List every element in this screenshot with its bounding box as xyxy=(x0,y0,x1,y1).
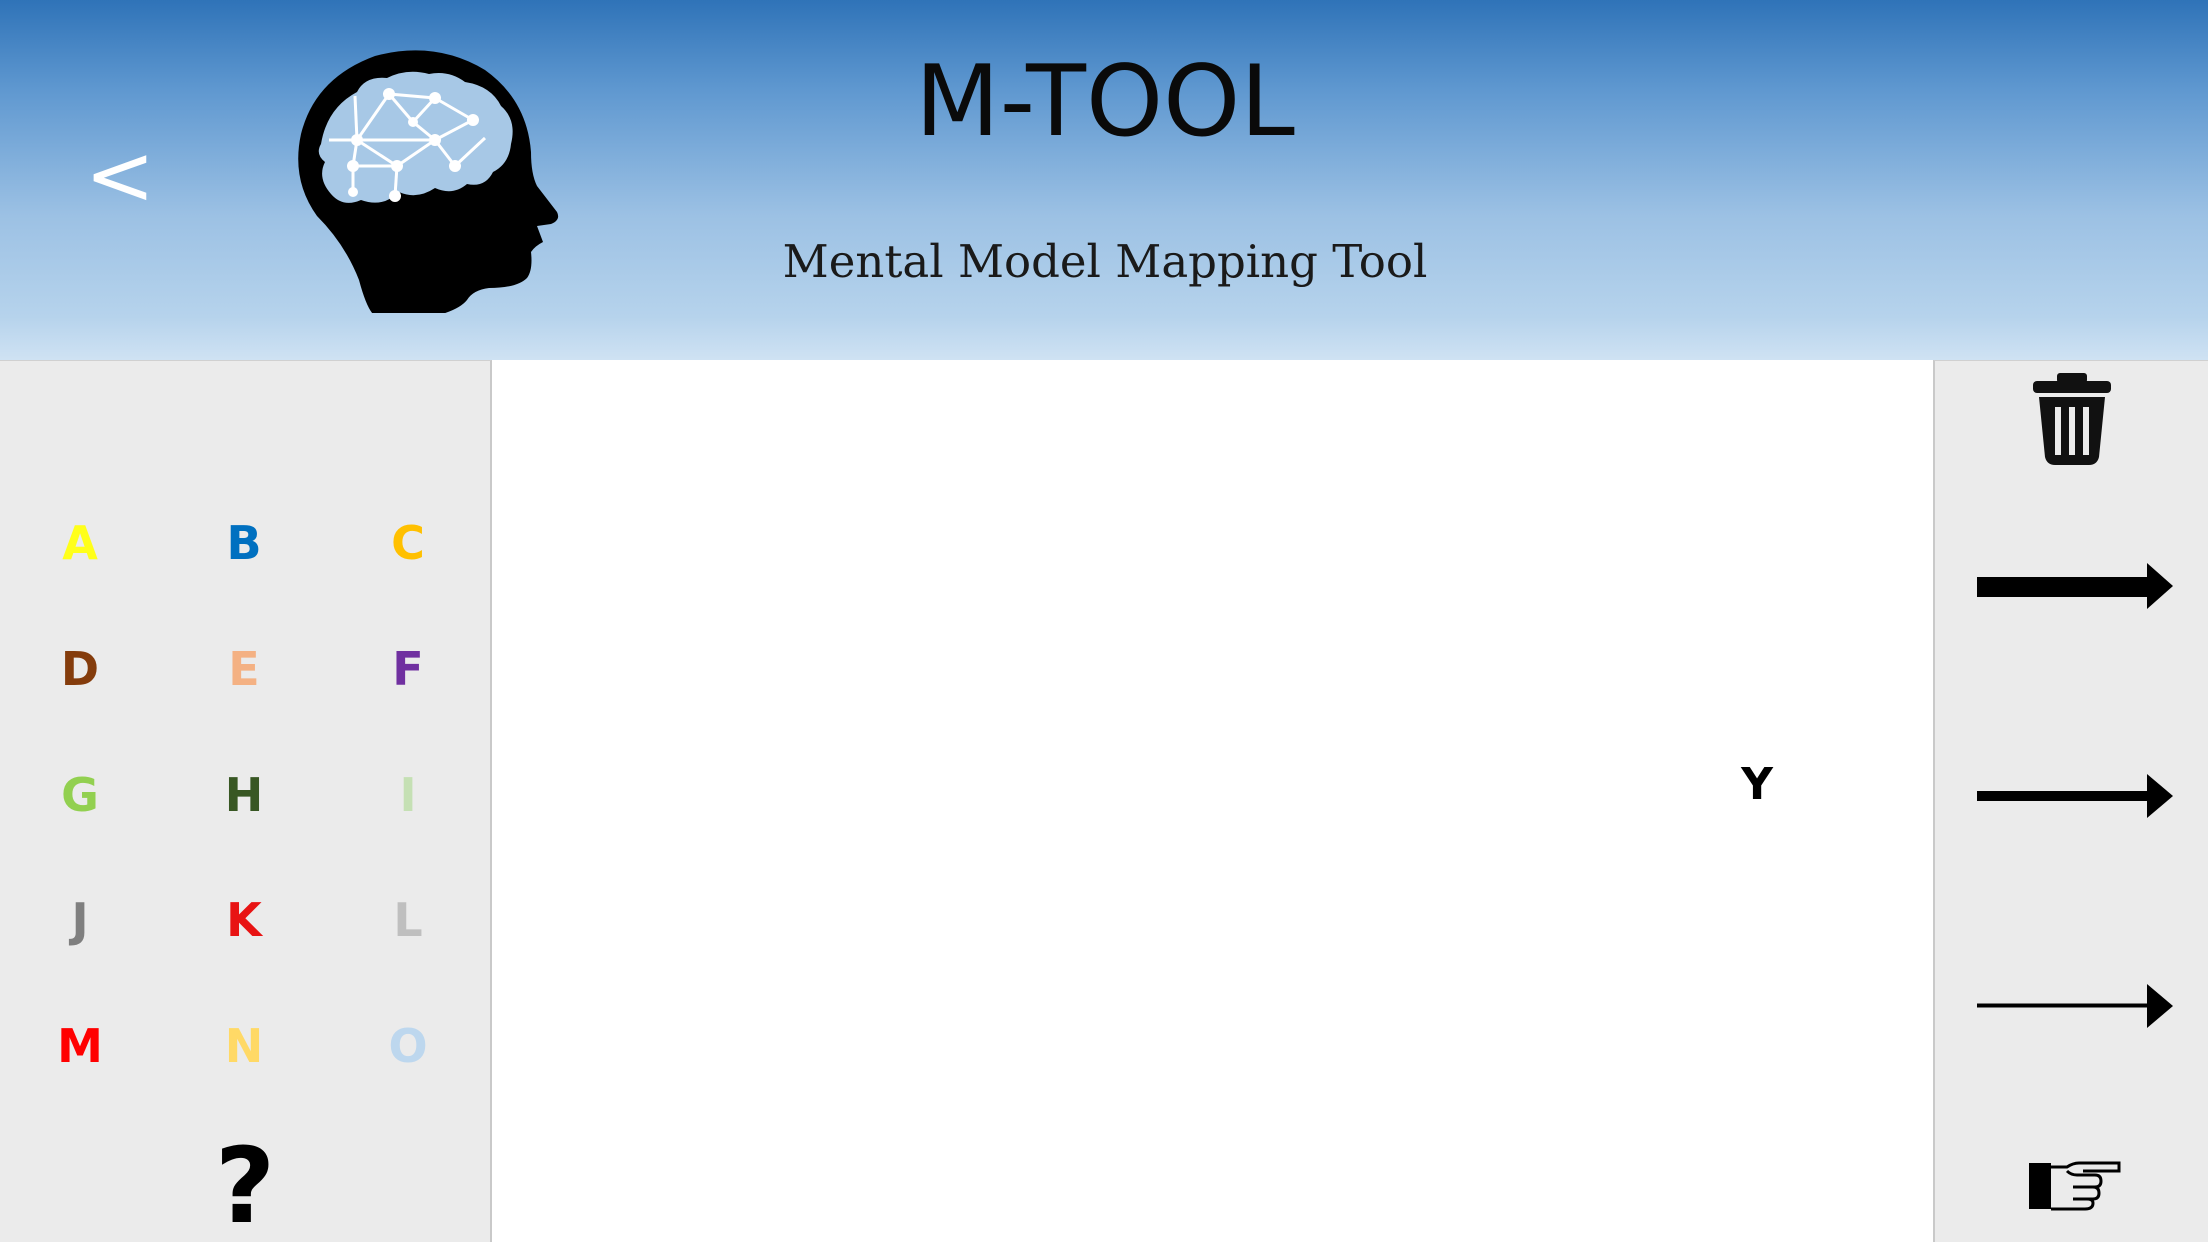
node-letter-c[interactable]: C xyxy=(348,503,468,583)
node-letter-e[interactable]: E xyxy=(184,629,304,709)
node-letter-h[interactable]: H xyxy=(184,755,304,835)
app-title: M-TOOL xyxy=(915,45,1295,159)
node-letter-f[interactable]: F xyxy=(348,629,468,709)
canvas-node-y[interactable]: Y xyxy=(1717,750,1797,820)
node-letter-j[interactable]: J xyxy=(20,880,140,960)
arrow-thin-icon[interactable] xyxy=(1975,981,2175,1031)
arrow-medium-icon[interactable] xyxy=(1975,771,2175,821)
app-subtitle: Mental Model Mapping Tool xyxy=(782,235,1428,288)
help-button[interactable]: ? xyxy=(200,1131,290,1241)
trash-icon[interactable] xyxy=(2027,369,2117,469)
node-letter-g[interactable]: G xyxy=(20,755,140,835)
node-letter-l[interactable]: L xyxy=(348,880,468,960)
map-canvas[interactable]: Y xyxy=(492,360,1933,1242)
node-letter-o[interactable]: O xyxy=(348,1006,468,1086)
arrow-thick-icon[interactable] xyxy=(1975,561,2175,611)
app-header: < M-TOOL Mental Model Mapping Tool xyxy=(0,0,2208,360)
node-letter-k[interactable]: K xyxy=(184,880,304,960)
node-letter-a[interactable]: A xyxy=(20,503,140,583)
pointing-hand-icon[interactable] xyxy=(2027,1161,2122,1216)
back-button[interactable]: < xyxy=(80,120,160,230)
node-letter-i[interactable]: I xyxy=(348,755,468,835)
brain-network-head-icon xyxy=(298,50,559,313)
node-letter-m[interactable]: M xyxy=(20,1006,140,1086)
node-letter-d[interactable]: D xyxy=(20,629,140,709)
node-letter-n[interactable]: N xyxy=(184,1006,304,1086)
node-letter-b[interactable]: B xyxy=(184,503,304,583)
node-palette: ABC DEF GHI JKL MNO ? xyxy=(0,360,492,1242)
tool-panel xyxy=(1933,360,2208,1242)
